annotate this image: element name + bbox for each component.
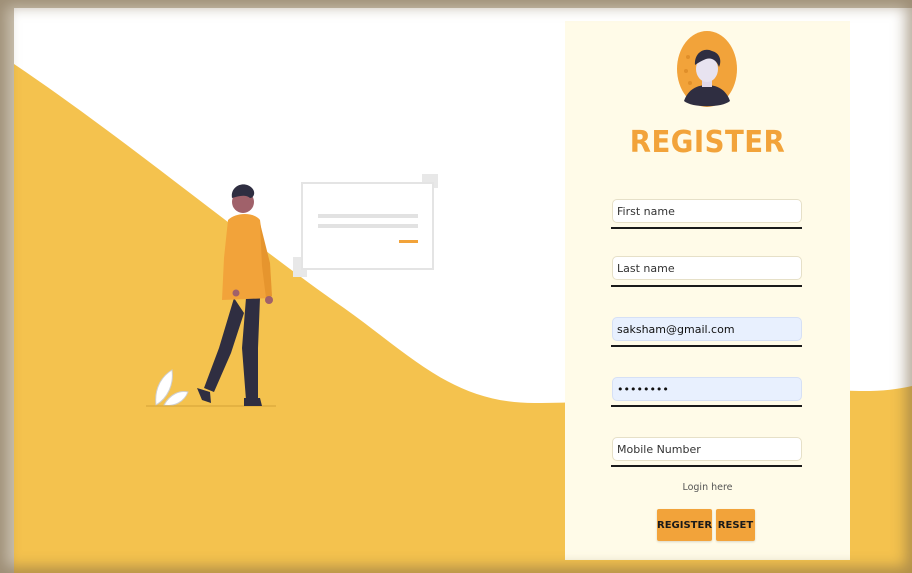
- login-link[interactable]: Login here: [565, 482, 850, 493]
- email-field[interactable]: [612, 317, 802, 341]
- user-avatar-icon: [677, 31, 737, 107]
- password-underline: [611, 405, 802, 407]
- password-field[interactable]: [612, 377, 802, 401]
- last-name-underline: [611, 285, 802, 287]
- reset-button[interactable]: RESET: [716, 509, 755, 541]
- first-name-field[interactable]: [612, 199, 802, 223]
- page-background: REGISTER Login here REGISTER RESET: [14, 8, 912, 573]
- register-button[interactable]: REGISTER: [657, 509, 712, 541]
- message-card-graphic: [293, 174, 438, 277]
- email-underline: [611, 345, 802, 347]
- last-name-field[interactable]: [612, 256, 802, 280]
- mobile-number-field[interactable]: [612, 437, 802, 461]
- page-title: REGISTER: [629, 125, 786, 160]
- mobile-number-underline: [611, 465, 802, 467]
- register-card: REGISTER Login here REGISTER RESET: [565, 21, 850, 560]
- first-name-underline: [611, 227, 802, 229]
